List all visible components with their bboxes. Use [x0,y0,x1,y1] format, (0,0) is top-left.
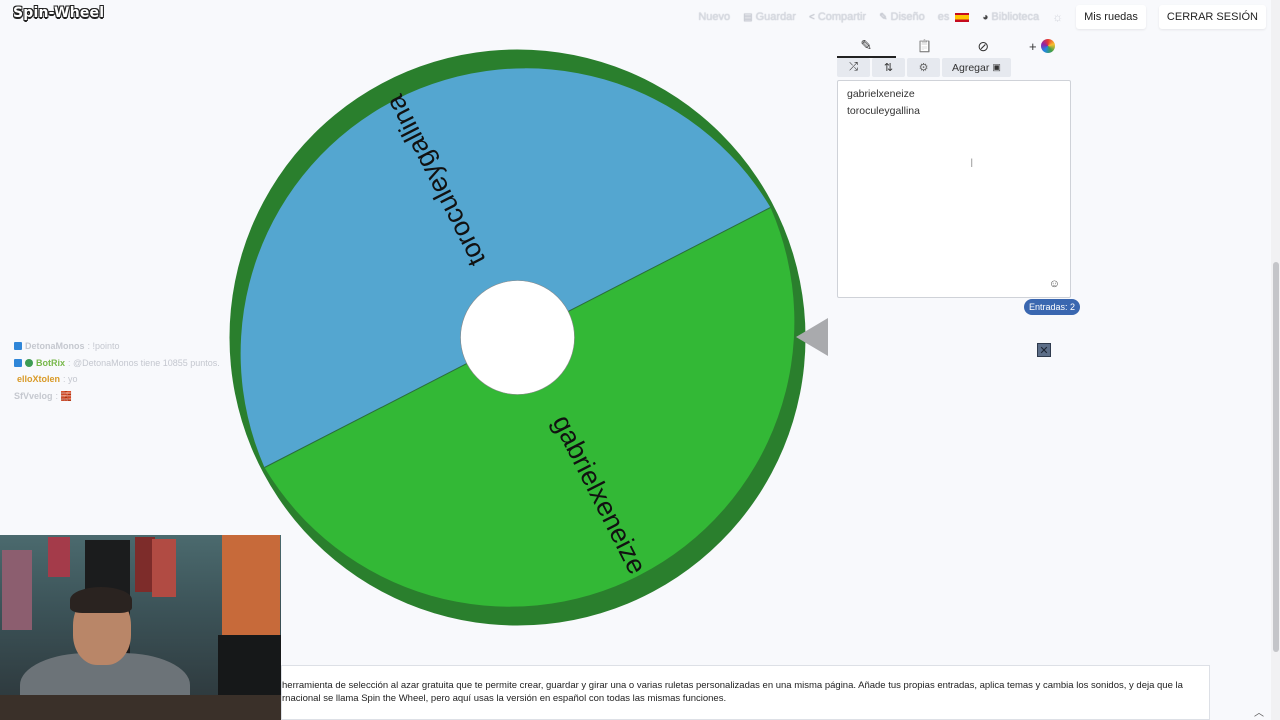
description-panel: herramienta de selección al azar gratuit… [281,665,1210,720]
sort-button[interactable]: ⇅ [872,58,905,77]
nav-design-label: Diseño [890,11,925,23]
panel-tabs: ✎ 📋 ⊘ + [837,34,1071,58]
settings-icon: ⚙ [918,62,929,74]
chat-message-text: 🧱 [60,390,72,401]
person-hair [70,587,132,613]
pencil-icon: ✎ [860,36,873,53]
chat-username: DetonaMonos [25,341,85,351]
close-icon[interactable]: ✕ [1037,343,1051,357]
language-selector[interactable]: es [938,11,970,23]
add-image-button[interactable]: Agregar ▣ [942,58,1011,77]
chat-message-text: !pointo [92,341,120,351]
chat-badge-icon [14,342,22,351]
tab-results[interactable]: 📋 [896,34,955,58]
chat-username: SfVvelog [14,390,53,401]
entries-toolbar: ⤮ ⇅ ⚙ Agregar ▣ [837,58,1011,77]
tab-entries[interactable]: ✎ [837,34,896,58]
desk [0,695,281,720]
stream-chat: DetonaMonos : !pointo BotRix : @DetonaMo… [14,338,220,404]
tab-add-color[interactable]: + [1013,34,1072,58]
top-navigation: Nuevo ▤ Guardar < Compartir ✎ Diseño es … [698,5,1266,29]
chat-message: DetonaMonos : !pointo [14,338,220,355]
poster [152,539,176,597]
nav-save-label: Guardar [755,11,796,23]
entries-textarea[interactable]: gabrielxeneize toroculeygallina I ☺ [837,80,1071,298]
eye-hidden-icon: ⊘ [977,37,990,54]
sort-icon: ⇅ [883,62,894,74]
description-line: rnacional se llama Spin the Wheel, pero … [282,693,727,704]
color-wheel-icon [1040,39,1055,53]
app-logo[interactable]: Spin-Wheel [13,5,104,21]
pencil-icon: ✎ [879,11,888,23]
wheel-pointer [796,318,828,356]
add-label: Agregar [952,61,990,74]
shuffle-icon: ⤮ [849,61,858,73]
sun-icon[interactable]: ☼ [1052,10,1063,24]
logout-button[interactable]: CERRAR SESIÓN [1158,5,1266,29]
chat-text: : 🧱 [55,390,72,401]
chat-message: BotRix : @DetonaMonos tiene 10855 puntos… [14,355,220,372]
chat-message: elloXtolen : yo [14,371,220,388]
text-cursor-icon: I [970,156,974,170]
clipboard-icon: 📋 [917,39,933,53]
emoji-icon[interactable]: ☺ [1049,278,1060,290]
chat-text: : yo [63,374,78,384]
nav-share-button[interactable]: < Compartir [809,11,866,23]
my-wheels-button[interactable]: Mis ruedas [1076,5,1146,29]
image-icon: ▣ [992,62,1001,72]
chat-message: SfVvelog : 🧱 [14,388,220,405]
poster [48,537,70,577]
webcam-overlay [0,535,281,720]
nav-new-button[interactable]: Nuevo [698,11,730,23]
scroll-up-icon[interactable]: ︿ [1254,704,1264,719]
chat-username: elloXtolen [17,374,61,384]
nav-library-label: Biblioteca [991,11,1040,23]
nav-library-button[interactable]: ◕ Biblioteca [982,11,1039,23]
nav-new-label: Nuevo [698,11,731,23]
plus-icon: + [1028,38,1037,54]
entries-count-badge: Entradas: 2 [1024,299,1081,315]
wheel-center[interactable] [460,280,575,395]
scrollbar-thumb[interactable] [1273,262,1279,652]
entry-line: toroculeygallina [847,105,920,117]
chat-message-text: @DetonaMonos tiene 10855 puntos. [73,357,220,368]
settings-button[interactable]: ⚙ [907,58,940,77]
chat-username: BotRix [36,357,65,368]
spin-wheel[interactable]: toroculeygallina gabrielxeneize [220,40,820,640]
globe-icon: ◕ [982,11,989,23]
poster [2,550,32,630]
nav-share-label: Compartir [817,11,867,23]
entry-line: gabrielxeneize [847,88,915,100]
language-label: es [937,11,950,23]
share-icon: < [808,11,815,23]
chat-text: : @DetonaMonos tiene 10855 puntos. [68,357,220,368]
save-icon: ▤ [743,11,753,23]
tab-hidden[interactable]: ⊘ [954,34,1013,58]
bot-badge-icon [25,358,33,367]
description-line: herramienta de selección al azar gratuit… [282,680,1183,691]
poster [222,535,280,635]
entries-list: gabrielxeneize toroculeygallina [838,81,1070,120]
nav-design-button[interactable]: ✎ Diseño [879,11,925,23]
spain-flag-icon [955,12,970,22]
shuffle-button[interactable]: ⤮ [837,58,870,77]
chat-badge-icon [14,358,22,367]
chat-message-text: yo [68,374,78,384]
chat-text: : !pointo [87,341,120,351]
nav-save-button[interactable]: ▤ Guardar [743,11,796,23]
